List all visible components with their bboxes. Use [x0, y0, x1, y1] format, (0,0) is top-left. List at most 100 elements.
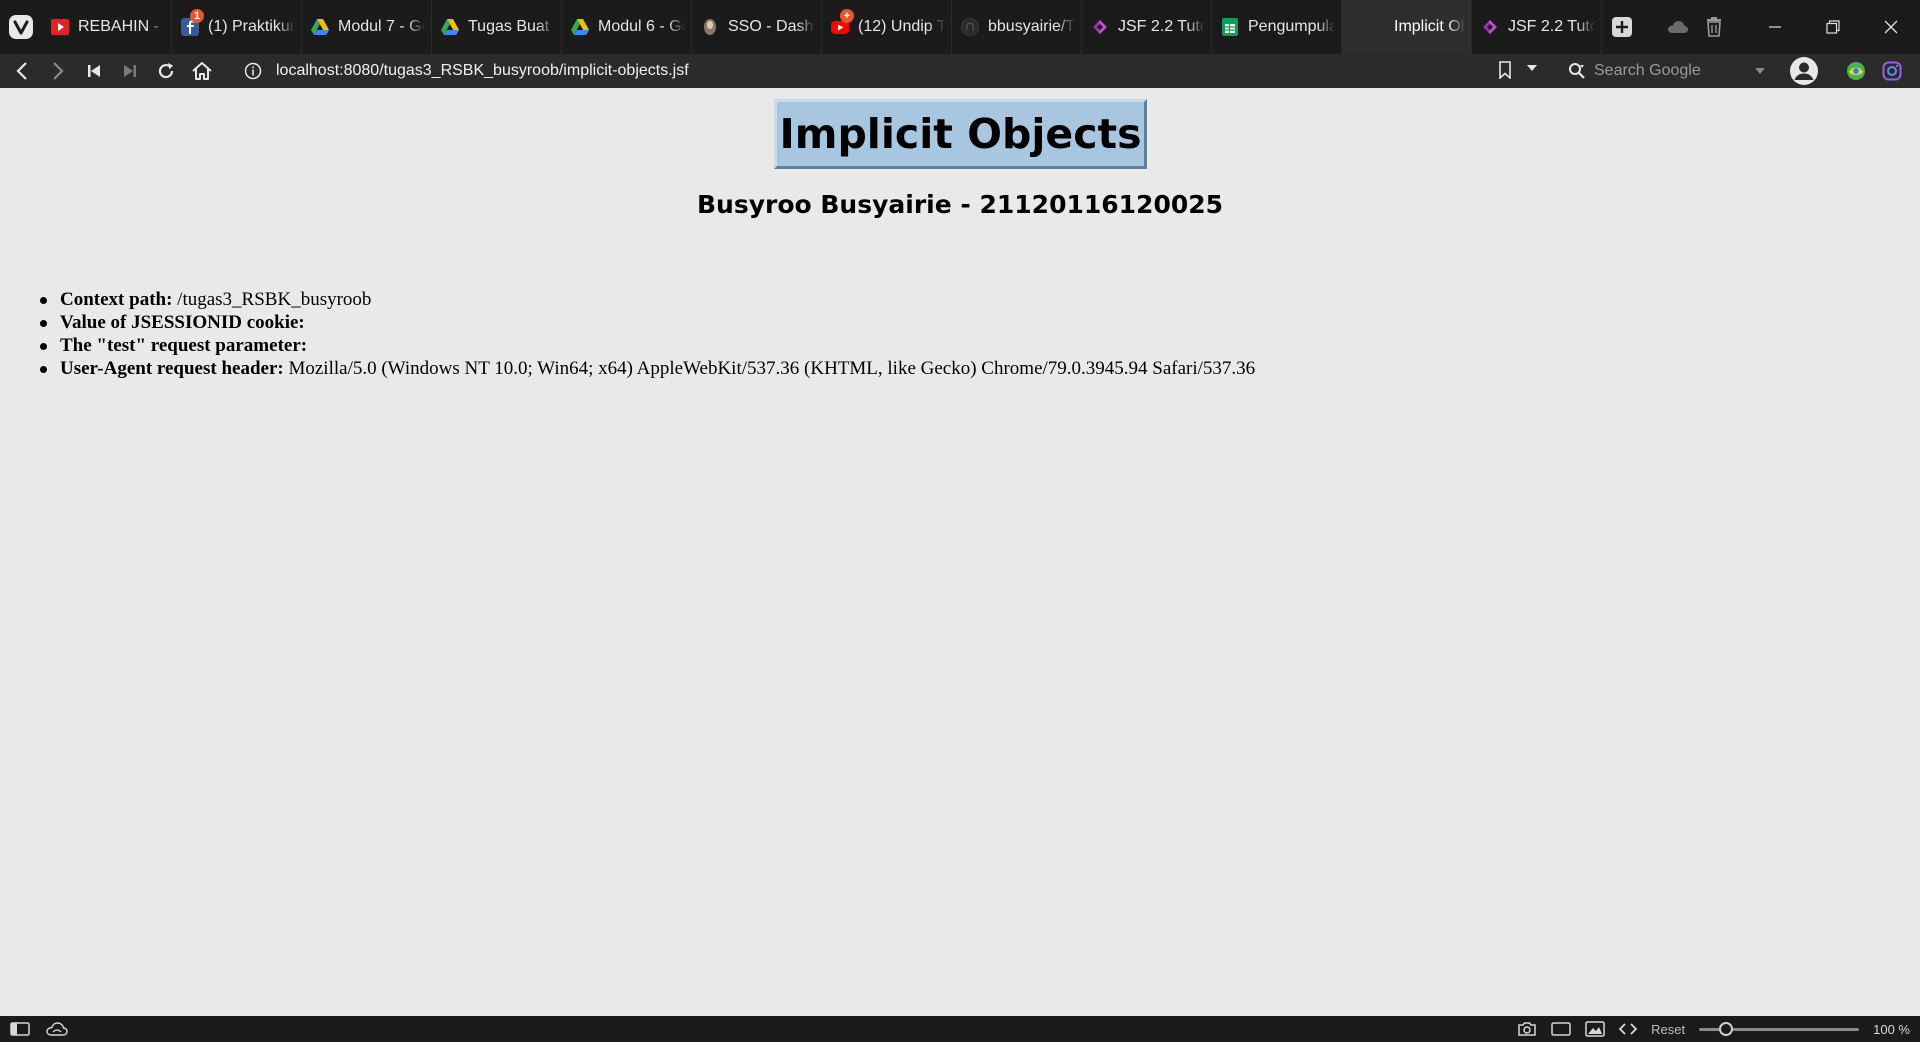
page-title: Implicit Objects — [779, 110, 1142, 158]
reload-icon — [158, 63, 174, 79]
implicit-objects-list: Context path: /tugas3_RSBK_busyroob Valu… — [40, 288, 1255, 380]
tab-title: bbusyairie/Tu — [988, 18, 1075, 35]
reload-button[interactable] — [148, 54, 184, 88]
close-icon — [1884, 20, 1898, 34]
url-text: localhost:8080/tugas3_RSBK_busyroob/impl… — [276, 62, 689, 79]
zoom-level: 100 % — [1873, 1021, 1910, 1037]
tab[interactable]: Pengumpulan — [1212, 0, 1342, 54]
restore-icon — [1826, 20, 1840, 34]
tab-title: REBAHIN - Si — [78, 18, 165, 35]
instagram-icon[interactable] — [1874, 54, 1910, 88]
tab-title: SSO - Dashbo — [728, 18, 815, 35]
tab-title: Tugas Buat M — [468, 18, 555, 35]
search-field[interactable]: Search Google — [1560, 57, 1772, 85]
home-icon — [192, 62, 212, 80]
tab[interactable]: Tugas Buat M — [432, 0, 562, 54]
url-field[interactable]: localhost:8080/tugas3_RSBK_busyroob/impl… — [240, 57, 1537, 85]
chevron-down-icon[interactable] — [1754, 66, 1766, 76]
google-drive-favicon-icon — [310, 17, 330, 37]
back-arrow-icon — [16, 62, 27, 80]
tab[interactable]: Modul 7 - Go — [302, 0, 432, 54]
blank-favicon-icon — [1350, 17, 1370, 37]
rewind-icon — [88, 65, 100, 77]
image-toggle-icon[interactable] — [1585, 1021, 1605, 1037]
tab-title: JSF 2.2 Tutori — [1118, 18, 1205, 35]
home-button[interactable] — [184, 54, 220, 88]
bookmark-icon[interactable] — [1498, 61, 1512, 79]
vivaldi-menu-icon[interactable] — [0, 0, 42, 54]
youtube-favicon-icon: + — [830, 9, 854, 37]
item-label: User-Agent request header: — [60, 358, 284, 379]
notification-badge: + — [840, 9, 854, 23]
cloud-sync-icon[interactable] — [46, 1022, 68, 1036]
tab[interactable]: JSF 2.2 Tutori — [1082, 0, 1212, 54]
window-controls — [1660, 0, 1920, 54]
item-label: Value of JSESSIONID cookie: — [60, 312, 305, 333]
sso-favicon-icon — [700, 17, 720, 37]
extension-icon[interactable] — [1838, 54, 1874, 88]
zoom-reset-button[interactable]: Reset — [1651, 1022, 1685, 1037]
minimize-icon — [1769, 26, 1781, 28]
chevron-down-icon[interactable] — [1526, 63, 1538, 73]
page-actions-icon[interactable] — [1619, 1022, 1638, 1036]
trash-icon[interactable] — [1696, 0, 1732, 54]
google-sheets-favicon-icon — [1220, 17, 1240, 37]
facebook-favicon-icon: 1 — [180, 9, 204, 37]
notification-badge: 1 — [190, 9, 204, 23]
page-subtitle: Busyroo Busyairie - 21120116120025 — [696, 190, 1224, 219]
tile-window-icon[interactable] — [1551, 1021, 1571, 1037]
tab-title: Pengumpulan — [1248, 18, 1335, 35]
capture-camera-icon[interactable] — [1517, 1021, 1537, 1037]
address-bar: localhost:8080/tugas3_RSBK_busyroob/impl… — [0, 54, 1920, 88]
item-label: The "test" request parameter: — [60, 335, 308, 356]
tab[interactable]: JSF 2.2 Tutor — [1472, 0, 1602, 54]
jsf-favicon-icon — [1480, 17, 1500, 37]
list-item: User-Agent request header: Mozilla/5.0 (… — [40, 357, 1255, 380]
tab[interactable]: 1 (1) Praktikum — [172, 0, 302, 54]
fast-forward-button[interactable] — [112, 54, 148, 88]
site-info-icon[interactable] — [240, 62, 266, 80]
forward-button[interactable] — [40, 54, 76, 88]
toolbar-extensions — [1786, 54, 1910, 88]
item-value: Mozilla/5.0 (Windows NT 10.0; Win64; x64… — [283, 358, 1256, 379]
panel-toggle-icon[interactable] — [10, 1022, 30, 1036]
close-window-button[interactable] — [1862, 4, 1920, 50]
zoom-slider-thumb[interactable] — [1719, 1022, 1734, 1036]
minimize-button[interactable] — [1746, 4, 1804, 50]
new-tab-button[interactable] — [1602, 0, 1642, 54]
rewind-button[interactable] — [76, 54, 112, 88]
fast-forward-icon — [124, 65, 136, 77]
github-favicon-icon — [960, 17, 980, 37]
item-label: Context path: — [60, 289, 173, 310]
tab-title: Modul 7 - Go — [338, 18, 425, 35]
sync-cloud-icon[interactable] — [1660, 0, 1696, 54]
tab-title: Modul 6 - Go — [598, 18, 685, 35]
status-bar: Reset 100 % — [0, 1016, 1920, 1042]
tab[interactable]: bbusyairie/Tu — [952, 0, 1082, 54]
google-drive-favicon-icon — [570, 17, 590, 37]
zoom-slider[interactable] — [1699, 1022, 1860, 1036]
list-item: Value of JSESSIONID cookie: — [40, 311, 1255, 334]
tab[interactable]: + (12) Undip TV — [822, 0, 952, 54]
plus-icon — [1612, 17, 1632, 37]
tab[interactable]: SSO - Dashbo — [692, 0, 822, 54]
tab-title: (1) Praktikum — [208, 18, 295, 35]
google-drive-favicon-icon — [440, 17, 460, 37]
forward-arrow-icon — [53, 62, 64, 80]
list-item: The "test" request parameter: — [40, 334, 1255, 357]
tab[interactable]: REBAHIN - Si — [42, 0, 172, 54]
restore-button[interactable] — [1804, 4, 1862, 50]
rebahin-favicon-icon — [50, 17, 70, 37]
web-page: Implicit Objects Busyroo Busyairie - 211… — [0, 88, 1920, 1016]
back-button[interactable] — [4, 54, 40, 88]
list-item: Context path: /tugas3_RSBK_busyroob — [40, 288, 1255, 311]
tab-strip: REBAHIN - Si 1 (1) Praktikum Modul 7 - G… — [42, 0, 1642, 54]
profile-avatar-icon[interactable] — [1786, 54, 1822, 88]
tab-title: Implicit Obje — [1394, 18, 1465, 35]
tab-title: JSF 2.2 Tutor — [1508, 18, 1595, 35]
search-icon — [1568, 62, 1588, 80]
tab-bar: REBAHIN - Si 1 (1) Praktikum Modul 7 - G… — [0, 0, 1920, 54]
jsf-favicon-icon — [1090, 17, 1110, 37]
tab-active[interactable]: Implicit Obje — [1342, 0, 1472, 54]
tab[interactable]: Modul 6 - Go — [562, 0, 692, 54]
